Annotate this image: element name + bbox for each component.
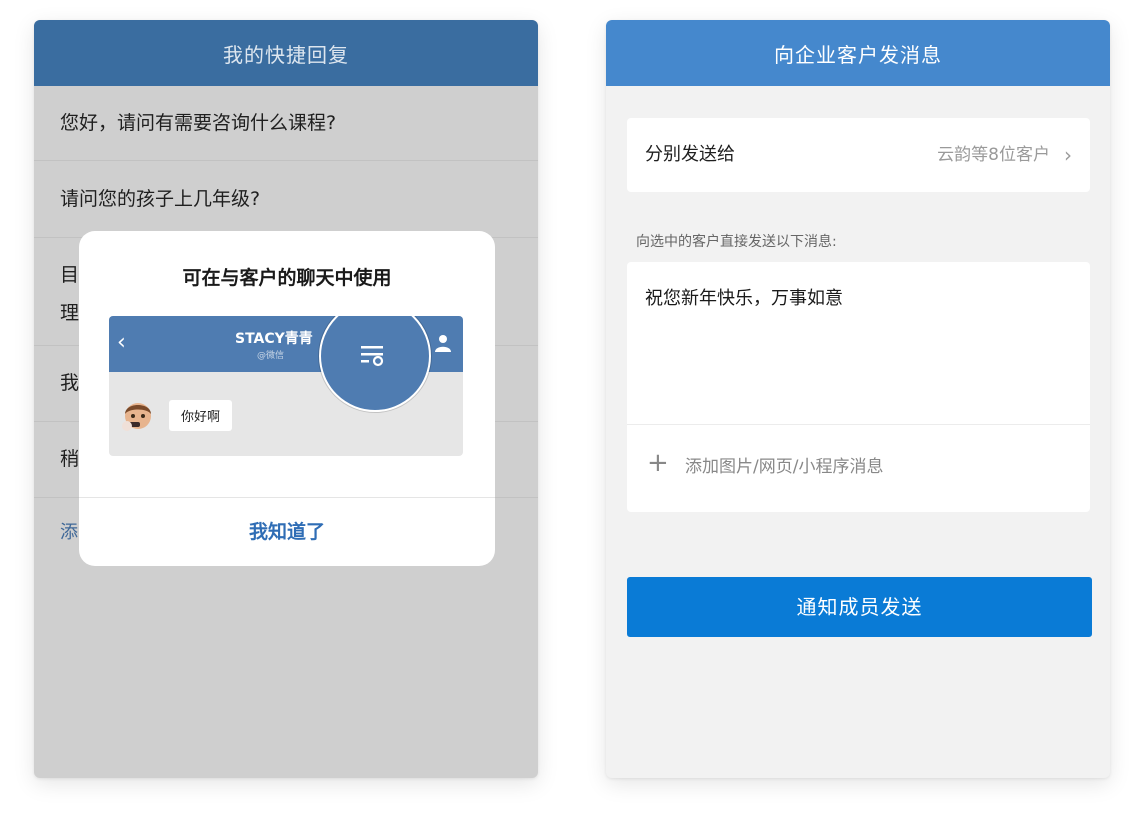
chevron-right-icon: › [1064,143,1072,167]
magnifier-highlight [319,316,431,412]
recipient-selector[interactable]: 分别发送给 云韵等8位客户 › [627,118,1090,192]
divider [627,424,1090,425]
chat-preview-image: ‹ STACY青青 @微信 你好啊 [109,316,463,456]
page-title: 向企业客户发消息 [774,42,942,67]
person-icon [435,334,451,356]
notify-member-send-button[interactable]: 通知成员发送 [627,577,1092,637]
list-item[interactable]: 您好，请问有需要咨询什么课程? [34,86,538,161]
message-input[interactable]: 祝您新年快乐，万事如意 [645,284,843,310]
page-title: 我的快捷回复 [223,42,349,67]
quick-reply-icon [361,346,384,367]
usage-tip-modal: 可在与客户的聊天中使用 ‹ STACY青青 @微信 你好啊 我知道了 [79,231,495,566]
message-card: 祝您新年快乐，万事如意 + 添加图片/网页/小程序消息 [627,262,1090,512]
send-message-screen: 向企业客户发消息 分别发送给 云韵等8位客户 › 向选中的客户直接发送以下消息:… [606,20,1110,778]
add-attachment-button[interactable]: 添加图片/网页/小程序消息 [685,452,883,477]
section-hint: 向选中的客户直接发送以下消息: [636,234,837,250]
preview-chat-name: STACY青青 [235,331,313,347]
got-it-button[interactable]: 我知道了 [79,498,495,566]
preview-message-bubble: 你好啊 [169,400,233,431]
list-item[interactable]: 请问您的孩子上几年级? [34,161,538,238]
preview-chat-sub: @微信 [257,351,285,361]
avatar [119,396,157,434]
plus-icon[interactable]: + [647,450,669,476]
recipient-label: 分别发送给 [645,144,735,165]
recipient-value: 云韵等8位客户 [937,145,1050,165]
quick-reply-navbar: 我的快捷回复 [34,20,538,86]
quick-reply-screen: 我的快捷回复 您好，请问有需要咨询什么课程? 请问您的孩子上几年级? 目 理 我… [34,20,538,778]
back-chevron-icon: ‹ [117,330,126,355]
send-message-navbar: 向企业客户发消息 [606,20,1110,86]
modal-title: 可在与客户的聊天中使用 [182,267,392,289]
